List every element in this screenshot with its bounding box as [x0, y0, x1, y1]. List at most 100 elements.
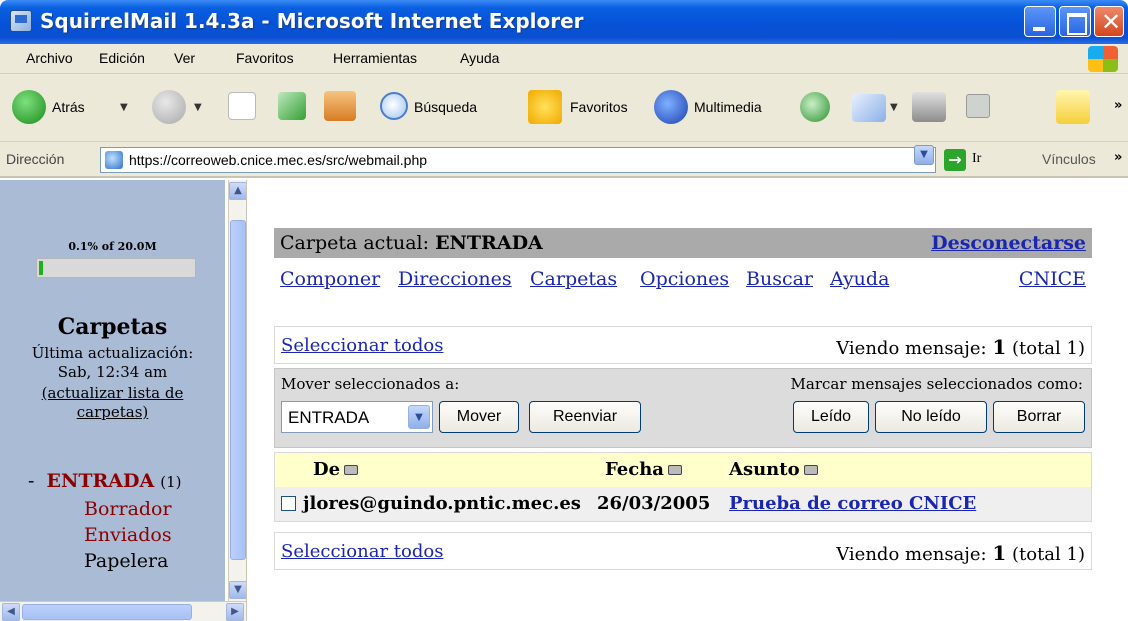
ie-page-icon — [10, 10, 32, 32]
list-bottom-bar: Seleccionar todos Viendo mensaje: 1 (tot… — [274, 532, 1092, 570]
logout-link[interactable]: Desconectarse — [931, 232, 1086, 254]
scroll-up-icon[interactable]: ▲ — [229, 182, 247, 200]
refresh-icon[interactable] — [278, 92, 306, 120]
refresh-folders-link-cont[interactable]: carpetas) — [0, 403, 225, 421]
favorites-star-icon[interactable] — [528, 90, 562, 124]
nav-search[interactable]: Buscar — [746, 268, 813, 290]
search-icon[interactable] — [380, 92, 408, 120]
nav-cnice[interactable]: CNICE — [1019, 268, 1086, 290]
links-label[interactable]: Vínculos — [1042, 151, 1096, 167]
col-from-label: De — [313, 459, 341, 480]
window-title: SquirrelMail 1.4.3a - Microsoft Internet… — [40, 9, 584, 33]
move-label: Mover seleccionados a: — [281, 375, 460, 393]
address-url[interactable]: https://correoweb.cnice.mec.es/src/webma… — [129, 152, 427, 168]
message-list: De Fecha Asunto jlores@guindo.pntic.mec.… — [274, 452, 1092, 522]
viewing-number: 1 — [992, 541, 1007, 565]
actions-bar: Mover seleccionados a: Marcar mensajes s… — [274, 368, 1092, 448]
sidebar-horizontal-scrollbar[interactable]: ◀ ▶ — [0, 601, 246, 621]
forward-dropdown-icon[interactable]: ▼ — [194, 102, 202, 113]
message-row[interactable]: jlores@guindo.pntic.mec.es 26/03/2005 Pr… — [275, 487, 1091, 521]
page-icon — [105, 151, 123, 169]
menu-herramientas[interactable]: Herramientas — [333, 50, 417, 66]
mark-read-button[interactable]: Leído — [793, 401, 869, 433]
address-dropdown-icon[interactable]: ▼ — [914, 145, 934, 165]
scroll-right-icon[interactable]: ▶ — [226, 603, 244, 621]
viewing-number: 1 — [992, 335, 1007, 359]
sidebar-vertical-scrollbar[interactable]: ▲ ▼ — [228, 180, 247, 601]
back-arrow-icon[interactable] — [12, 90, 46, 124]
address-bar: Dirección https://correoweb.cnice.mec.es… — [0, 142, 1128, 178]
scroll-left-icon[interactable]: ◀ — [2, 603, 20, 621]
menu-archivo[interactable]: Archivo — [26, 50, 73, 66]
stop-icon[interactable] — [228, 92, 256, 120]
messenger-icon[interactable] — [1056, 90, 1090, 124]
mail-dropdown-icon[interactable]: ▼ — [890, 102, 898, 113]
folder-entrada-count: (1) — [160, 473, 182, 491]
minimize-button[interactable] — [1024, 6, 1056, 37]
window-titlebar: SquirrelMail 1.4.3a - Microsoft Internet… — [0, 0, 1128, 44]
refresh-folders-link[interactable]: (actualizar lista de — [0, 384, 225, 402]
home-icon[interactable] — [324, 91, 356, 121]
print-icon[interactable] — [912, 92, 946, 122]
back-dropdown-icon[interactable]: ▼ — [120, 102, 128, 113]
folder-entrada[interactable]: - ENTRADA (1) — [28, 470, 182, 492]
media-icon[interactable] — [654, 90, 688, 124]
nav-folders[interactable]: Carpetas — [530, 268, 617, 290]
go-arrow-icon[interactable]: → — [944, 149, 966, 171]
menu-edicion[interactable]: Edición — [99, 50, 145, 66]
nav-options[interactable]: Opciones — [640, 268, 729, 290]
menu-favoritos[interactable]: Favoritos — [236, 50, 294, 66]
select-all-link[interactable]: Seleccionar todos — [281, 335, 443, 356]
scroll-thumb[interactable] — [230, 220, 246, 560]
last-update-time: Sab, 12:34 am — [57, 363, 168, 381]
links-chevron-icon[interactable]: » — [1114, 150, 1122, 165]
delete-button[interactable]: Borrar — [993, 401, 1085, 433]
folder-select[interactable]: ENTRADA ▼ — [281, 401, 433, 433]
menu-ayuda[interactable]: Ayuda — [460, 50, 499, 66]
message-list-header: De Fecha Asunto — [275, 453, 1091, 487]
close-icon: ✕ — [1101, 8, 1122, 36]
favorites-label[interactable]: Favoritos — [570, 99, 628, 115]
folder-sidebar: 0.1% of 20.0M Carpetas Última actualizac… — [0, 180, 225, 601]
close-button[interactable]: ✕ — [1094, 6, 1124, 37]
message-checkbox[interactable] — [281, 496, 296, 511]
toolbar-chevron-icon[interactable]: » — [1114, 98, 1122, 113]
col-date[interactable]: Fecha — [605, 459, 682, 480]
move-button[interactable]: Mover — [439, 401, 519, 433]
hscroll-thumb[interactable] — [22, 604, 192, 620]
menu-bar: Archivo Edición Ver Favoritos Herramient… — [0, 44, 1128, 74]
menu-ver[interactable]: Ver — [174, 50, 195, 66]
media-label[interactable]: Multimedia — [694, 99, 762, 115]
search-label[interactable]: Búsqueda — [414, 99, 477, 115]
frame-divider[interactable] — [246, 180, 256, 621]
select-all-link-bottom[interactable]: Seleccionar todos — [281, 541, 443, 562]
address-input[interactable]: https://correoweb.cnice.mec.es/src/webma… — [100, 147, 936, 173]
go-button-label[interactable]: Ir — [972, 151, 981, 167]
history-icon[interactable] — [800, 92, 830, 122]
nav-compose[interactable]: Componer — [280, 268, 380, 290]
sort-icon[interactable] — [667, 465, 682, 475]
nav-addresses[interactable]: Direcciones — [398, 268, 512, 290]
folder-papelera[interactable]: Papelera — [84, 550, 168, 572]
folder-borrador[interactable]: Borrador — [84, 498, 172, 520]
maximize-button[interactable] — [1059, 6, 1091, 37]
edit-icon[interactable] — [966, 94, 990, 118]
forward-arrow-icon[interactable] — [152, 90, 186, 124]
folder-entrada-label[interactable]: ENTRADA — [46, 470, 154, 492]
sort-icon[interactable] — [344, 465, 359, 475]
nav-links: Componer Direcciones Carpetas Opciones B… — [274, 264, 1092, 294]
folder-enviados[interactable]: Enviados — [84, 524, 172, 546]
mail-icon[interactable] — [852, 94, 886, 122]
col-from[interactable]: De — [313, 459, 359, 480]
col-subject[interactable]: Asunto — [729, 459, 818, 480]
back-label[interactable]: Atrás — [52, 99, 85, 115]
scroll-down-icon[interactable]: ▼ — [229, 581, 247, 599]
sort-icon[interactable] — [803, 465, 818, 475]
chevron-down-icon[interactable]: ▼ — [408, 405, 430, 429]
forward-button[interactable]: Reenviar — [529, 401, 641, 433]
nav-help[interactable]: Ayuda — [830, 268, 889, 290]
folders-heading: Carpetas — [57, 314, 168, 340]
mark-unread-button[interactable]: No leído — [875, 401, 987, 433]
current-folder-name: ENTRADA — [435, 232, 543, 254]
message-subject-link[interactable]: Prueba de correo CNICE — [729, 493, 976, 514]
